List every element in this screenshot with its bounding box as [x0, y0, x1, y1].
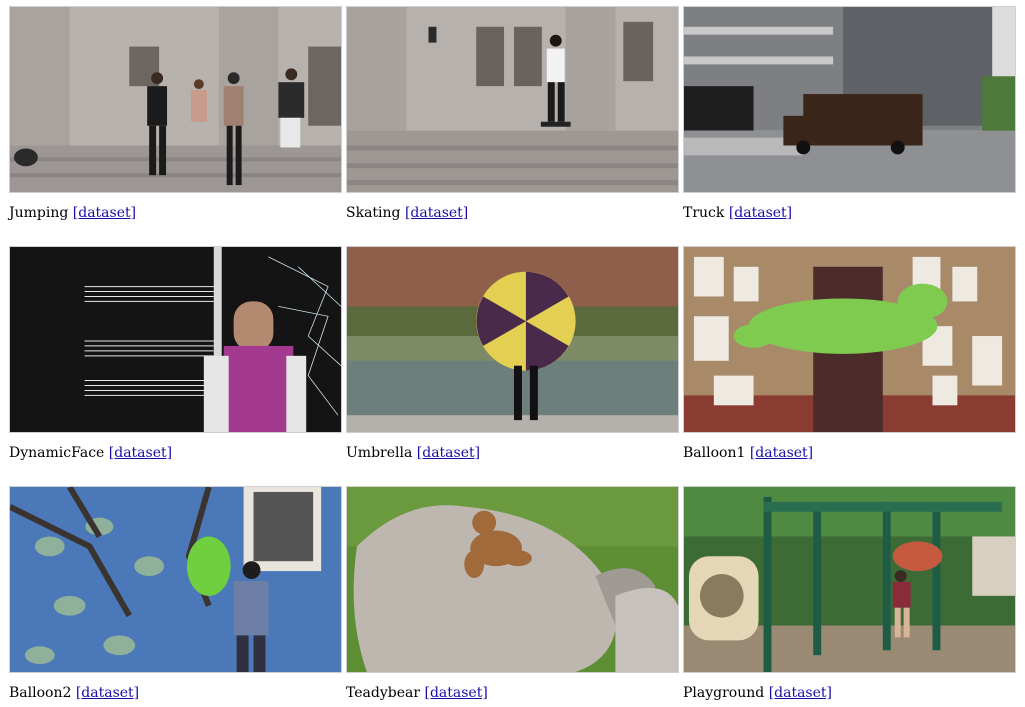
caption-teadybear: Teadybear [dataset] [346, 684, 679, 702]
dataset-link[interactable]: [dataset] [73, 205, 136, 221]
thumbnail-balloon2[interactable] [9, 486, 342, 673]
item-title: Balloon1 [683, 445, 746, 461]
item-title: Skating [346, 205, 401, 221]
gallery-item-teadybear: Teadybear [dataset] [346, 486, 679, 702]
dataset-link[interactable]: [dataset] [76, 685, 139, 701]
video-gallery: Jumping [dataset] Skating [dataset] Truc… [0, 0, 1025, 707]
gallery-item-umbrella: Umbrella [dataset] [346, 246, 679, 462]
item-title: Teadybear [346, 685, 421, 701]
caption-balloon1: Balloon1 [dataset] [683, 444, 1016, 462]
dataset-link[interactable]: [dataset] [750, 445, 813, 461]
item-title: Truck [683, 205, 725, 221]
gallery-item-playground: Playground [dataset] [683, 486, 1016, 702]
dataset-link[interactable]: [dataset] [425, 685, 488, 701]
caption-jumping: Jumping [dataset] [9, 204, 342, 222]
caption-truck: Truck [dataset] [683, 204, 1016, 222]
gallery-item-truck: Truck [dataset] [683, 6, 1016, 222]
thumbnail-teadybear[interactable] [346, 486, 679, 673]
item-title: DynamicFace [9, 445, 105, 461]
caption-playground: Playground [dataset] [683, 684, 1016, 702]
item-title: Playground [683, 685, 765, 701]
item-title: Jumping [9, 205, 69, 221]
thumbnail-truck[interactable] [683, 6, 1016, 193]
dataset-link[interactable]: [dataset] [769, 685, 832, 701]
caption-umbrella: Umbrella [dataset] [346, 444, 679, 462]
thumbnail-jumping[interactable] [9, 6, 342, 193]
thumbnail-skating[interactable] [346, 6, 679, 193]
thumbnail-dynamicface[interactable] [9, 246, 342, 433]
item-title: Balloon2 [9, 685, 72, 701]
caption-dynamicface: DynamicFace [dataset] [9, 444, 342, 462]
thumbnail-playground[interactable] [683, 486, 1016, 673]
thumbnail-balloon1[interactable] [683, 246, 1016, 433]
gallery-item-balloon2: Balloon2 [dataset] [9, 486, 342, 702]
dataset-link[interactable]: [dataset] [729, 205, 792, 221]
gallery-item-skating: Skating [dataset] [346, 6, 679, 222]
caption-skating: Skating [dataset] [346, 204, 679, 222]
dataset-link[interactable]: [dataset] [109, 445, 172, 461]
caption-balloon2: Balloon2 [dataset] [9, 684, 342, 702]
dataset-link[interactable]: [dataset] [405, 205, 468, 221]
gallery-item-jumping: Jumping [dataset] [9, 6, 342, 222]
thumbnail-umbrella[interactable] [346, 246, 679, 433]
gallery-item-balloon1: Balloon1 [dataset] [683, 246, 1016, 462]
item-title: Umbrella [346, 445, 413, 461]
dataset-link[interactable]: [dataset] [417, 445, 480, 461]
gallery-item-dynamicface: DynamicFace [dataset] [9, 246, 342, 462]
